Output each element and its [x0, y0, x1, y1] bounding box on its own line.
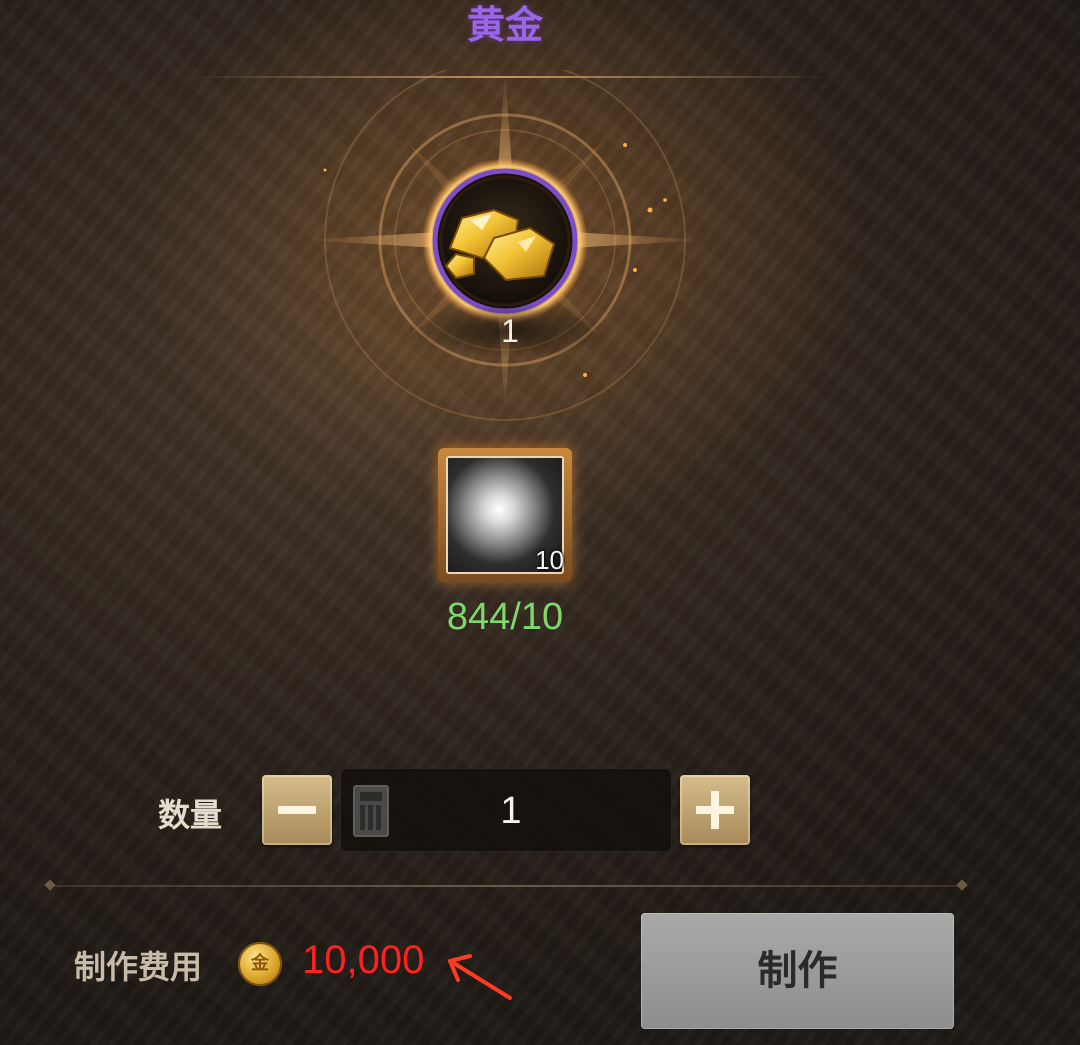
- craft-cost-label: 制作费用: [74, 948, 203, 986]
- output-quantity: 1: [410, 305, 610, 357]
- minus-icon: [262, 775, 332, 845]
- gold-nugget-icon: [422, 158, 588, 324]
- product-slot[interactable]: [422, 158, 588, 324]
- quantity-input[interactable]: 1: [340, 768, 672, 852]
- material-slot[interactable]: 10: [438, 448, 572, 582]
- craft-cost-value: 10,000: [302, 938, 425, 982]
- item-name-title: 黄金: [466, 3, 543, 47]
- annotation-arrow-icon: [448, 954, 512, 1000]
- gold-coin-icon: 金: [238, 942, 282, 986]
- plus-icon: [680, 775, 750, 845]
- section-divider: [50, 885, 962, 887]
- material-owned-progress: 844/10: [446, 596, 564, 638]
- increase-quantity-button[interactable]: [680, 775, 750, 845]
- decrease-quantity-button[interactable]: [262, 775, 332, 845]
- quantity-label: 数量: [158, 796, 223, 834]
- make-button[interactable]: 制作: [641, 913, 954, 1029]
- material-required-count: 10: [535, 545, 564, 575]
- quantity-value: 1: [500, 790, 522, 832]
